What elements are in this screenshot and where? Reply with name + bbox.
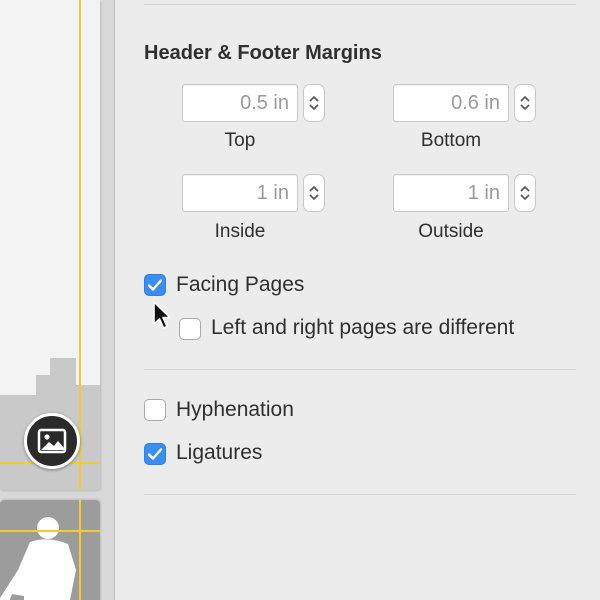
inside-margin-field[interactable]: 1 in <box>182 174 298 212</box>
inside-margin-label: Inside <box>214 221 266 242</box>
outside-margin-field[interactable]: 1 in <box>393 174 509 212</box>
top-divider <box>144 4 576 5</box>
image-placeholder-button[interactable] <box>24 413 80 469</box>
stepper-down-icon <box>520 104 530 111</box>
top-margin-label: Top <box>224 130 256 151</box>
bottom-margin-label: Bottom <box>420 130 482 151</box>
section-title: Header & Footer Margins <box>144 42 382 64</box>
stepper-up-icon <box>309 185 319 192</box>
left-right-different-label[interactable]: Left and right pages are different <box>211 316 514 340</box>
left-right-different-checkbox[interactable] <box>179 318 201 340</box>
checkmark-icon <box>147 448 163 460</box>
top-margin-stepper[interactable] <box>303 84 325 122</box>
outside-margin-stepper[interactable] <box>514 174 536 212</box>
stepper-up-icon <box>520 95 530 102</box>
ligatures-label[interactable]: Ligatures <box>176 441 262 465</box>
stepper-down-icon <box>309 104 319 111</box>
person-silhouette <box>0 500 100 600</box>
facing-pages-checkbox[interactable] <box>144 274 166 296</box>
mouse-pointer-icon <box>153 301 171 329</box>
page-thumbnail-bottom <box>0 500 100 600</box>
outside-margin-label: Outside <box>418 221 484 242</box>
document-inspector-panel: Header & Footer Margins 0.5 in Top 0.6 i… <box>116 0 600 600</box>
margin-guide-vertical <box>79 500 81 600</box>
stepper-up-icon <box>309 95 319 102</box>
bottom-divider <box>144 494 576 495</box>
bottom-margin-field[interactable]: 0.6 in <box>393 84 509 122</box>
document-canvas <box>0 0 115 600</box>
ligatures-checkbox[interactable] <box>144 443 166 465</box>
facing-pages-label[interactable]: Facing Pages <box>176 273 304 297</box>
margin-guide-horizontal <box>0 530 100 532</box>
stepper-down-icon <box>309 194 319 201</box>
section-divider <box>144 369 576 370</box>
hyphenation-checkbox[interactable] <box>144 399 166 421</box>
stepper-up-icon <box>520 185 530 192</box>
margin-guide-vertical <box>79 0 81 490</box>
inside-margin-stepper[interactable] <box>303 174 325 212</box>
stepper-down-icon <box>520 194 530 201</box>
checkmark-icon <box>147 279 163 291</box>
top-margin-field[interactable]: 0.5 in <box>182 84 298 122</box>
hyphenation-label[interactable]: Hyphenation <box>176 398 294 422</box>
image-icon <box>37 428 67 454</box>
bottom-margin-stepper[interactable] <box>514 84 536 122</box>
